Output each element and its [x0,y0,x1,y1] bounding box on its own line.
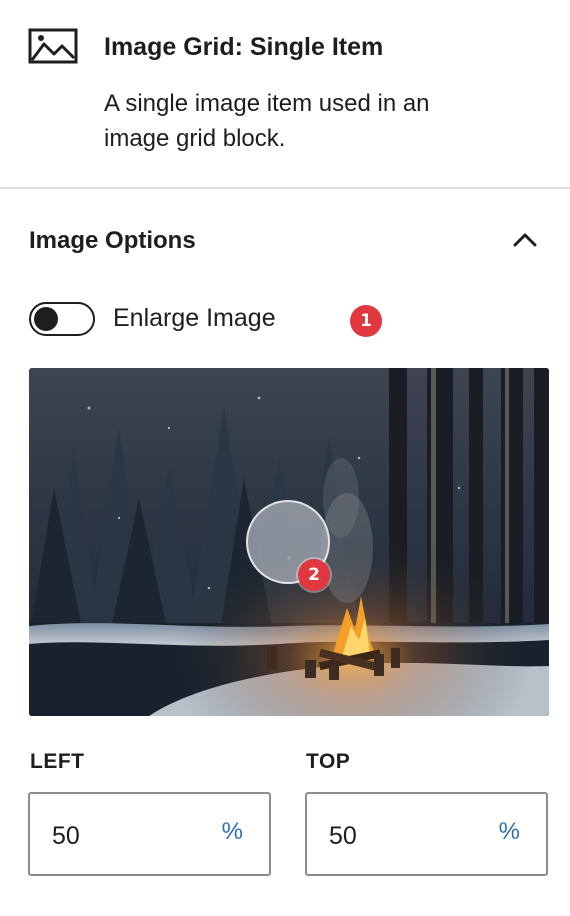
block-card: Image Grid: Single Item A single image i… [0,0,570,188]
toggle-knob [34,307,58,331]
block-title: Image Grid: Single Item [104,33,384,61]
left-unit: % [221,818,243,845]
divider [0,187,570,189]
top-label: TOP [306,750,351,773]
top-input[interactable] [329,816,479,856]
left-label: LEFT [30,750,85,773]
image-icon [28,28,80,66]
chevron-up-icon[interactable] [508,224,542,258]
annotation-badge-2: 2 [298,559,330,591]
top-unit: % [498,818,520,845]
top-field: % [305,792,548,876]
enlarge-image-label: Enlarge Image [113,304,276,332]
left-field: % [28,792,271,876]
panel-title: Image Options [29,227,196,254]
annotation-badge-1: 1 [350,305,382,337]
block-description: A single image item used in an image gri… [104,90,430,152]
enlarge-image-toggle[interactable] [29,302,95,336]
left-input[interactable] [52,816,202,856]
